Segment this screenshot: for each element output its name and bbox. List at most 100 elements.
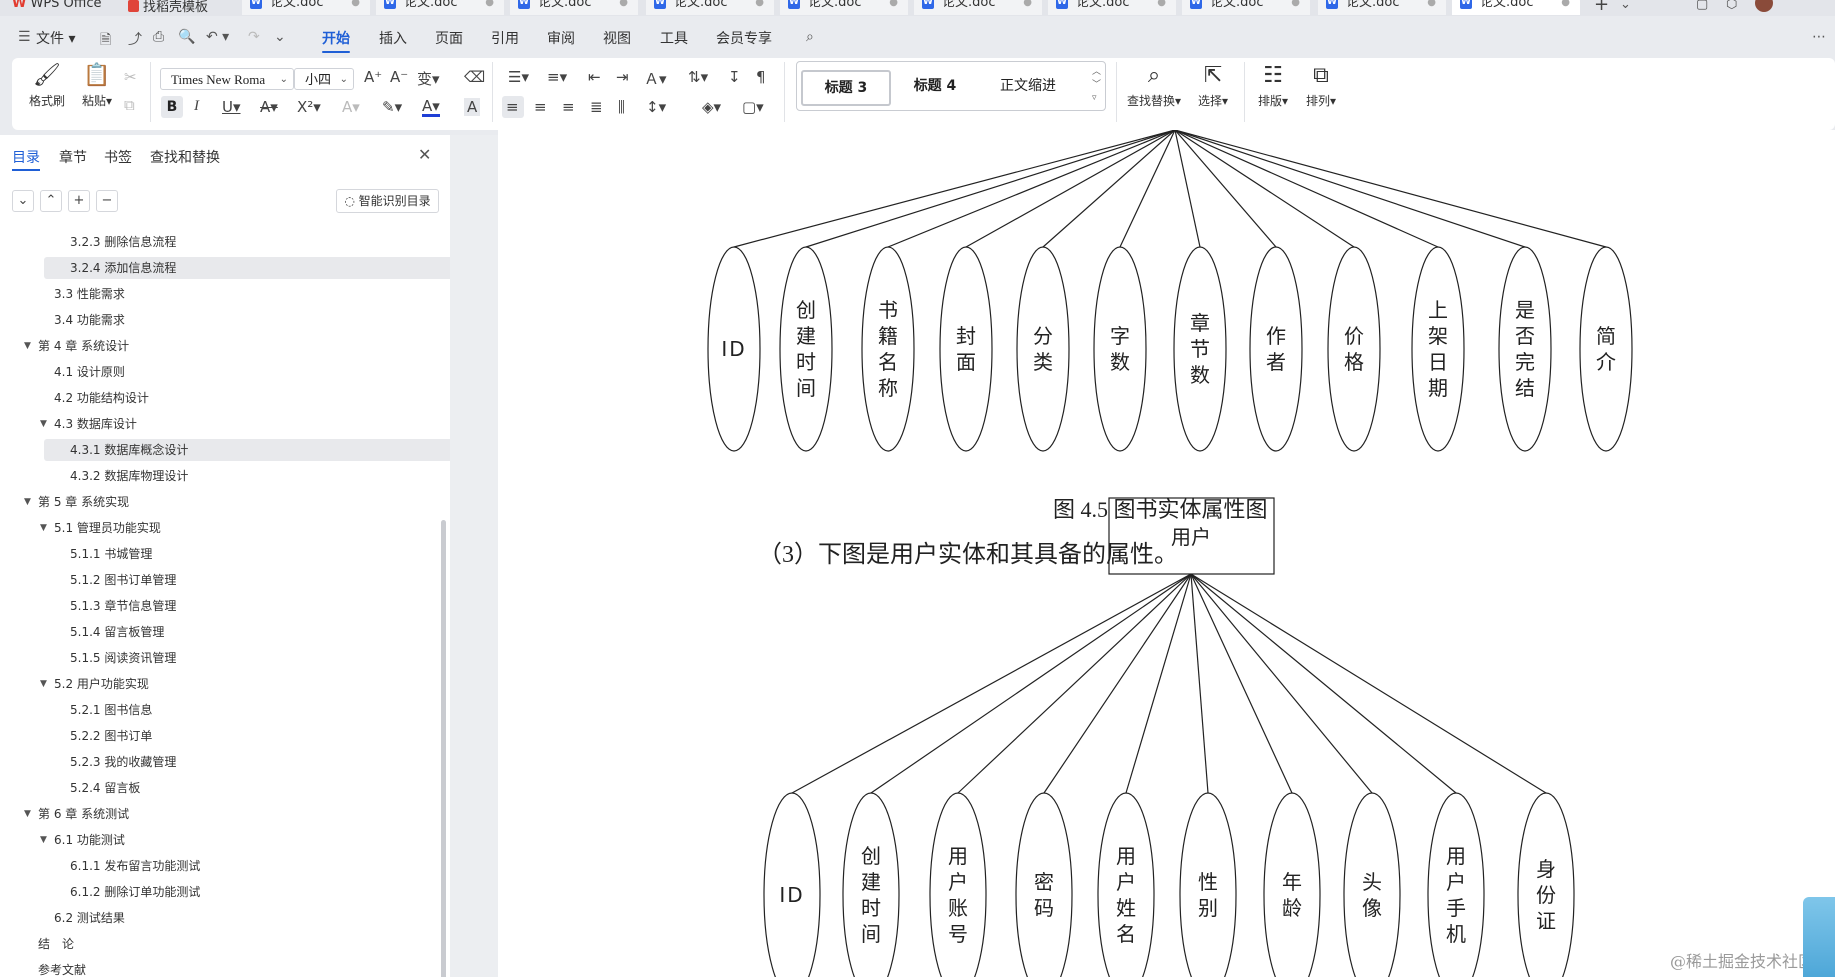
shading-icon[interactable]: ◈▾	[702, 98, 721, 116]
toc-item[interactable]: 4.3.2 数据库物理设计	[70, 465, 188, 487]
doc-tab[interactable]: W 论文.doc ●	[914, 0, 1042, 15]
remove-heading-button[interactable]: −	[96, 190, 118, 212]
cut-icon[interactable]: ✂	[124, 68, 137, 86]
align-left-icon[interactable]: ≡	[506, 98, 519, 116]
toc-item[interactable]: 5.2.2 图书订单	[70, 725, 152, 747]
style-heading-3[interactable]: 标题 3	[801, 70, 891, 106]
menu-tab-5[interactable]: 视图	[603, 28, 631, 48]
distribute-icon[interactable]: ⫼	[618, 98, 625, 116]
toc-item[interactable]: 5.2 用户功能实现	[54, 673, 149, 695]
underline-button[interactable]: U▾	[222, 98, 241, 116]
tab-status-icon[interactable]: ●	[1427, 0, 1436, 11]
format-painter-button[interactable]: 🖌 格式刷	[24, 58, 70, 109]
align-right-icon[interactable]: ≡	[562, 98, 575, 116]
toc-item[interactable]: 3.3 性能需求	[54, 283, 125, 305]
toc-item[interactable]: 6.1 功能测试	[54, 829, 125, 851]
bold-button[interactable]: B	[161, 96, 183, 118]
smart-toc-button[interactable]: ◌ 智能识别目录	[336, 189, 439, 213]
nav-tab-find-replace[interactable]: 查找和替换	[150, 147, 220, 167]
new-tab-button[interactable]: +	[1594, 0, 1609, 15]
doc-tab[interactable]: W 论文.doc ●	[510, 0, 638, 15]
nav-scrollbar[interactable]	[441, 520, 446, 977]
chevron-down-icon[interactable]: ⌄	[1620, 0, 1631, 12]
line-spacing-icon[interactable]: ↕▾	[646, 98, 666, 116]
doc-tab[interactable]: W 论文.doc ●	[646, 0, 774, 15]
font-grow-icon[interactable]: A⁺	[364, 68, 382, 86]
decrease-indent-icon[interactable]: ⇤	[588, 68, 601, 86]
toc-item[interactable]: 第 4 章 系统设计	[38, 335, 129, 357]
close-icon[interactable]: ✕	[418, 145, 431, 164]
doc-tab[interactable]: W 论文.doc ●	[1318, 0, 1446, 15]
expand-up-button[interactable]: ⌃	[40, 190, 62, 212]
font-size-select[interactable]: 小四 ⌄	[294, 68, 354, 90]
highlight-button[interactable]: ✎▾	[382, 98, 402, 116]
menu-tab-0[interactable]: 开始	[322, 28, 350, 48]
toc-item[interactable]: 4.3 数据库设计	[54, 413, 137, 435]
window-layout-icon[interactable]: ▢	[1696, 0, 1708, 12]
toc-item[interactable]: 3.2.3 删除信息流程	[70, 231, 176, 253]
text-direction-icon[interactable]: Ａ▾	[644, 68, 667, 89]
undo-icon[interactable]: ↶ ▾	[206, 29, 229, 45]
border-icon[interactable]: ▢▾	[742, 98, 764, 116]
wps-home-tab[interactable]: W WPS Office	[12, 0, 102, 11]
tab-status-icon[interactable]: ●	[1157, 0, 1166, 11]
sort-icon[interactable]: ⇅▾	[688, 68, 708, 86]
copy-icon[interactable]: ⧉	[124, 96, 135, 114]
save-icon[interactable]: 🗎	[100, 29, 111, 53]
tab-status-icon[interactable]: ●	[619, 0, 628, 11]
toc-item[interactable]: 5.1.3 章节信息管理	[70, 595, 176, 617]
menu-tab-7[interactable]: 会员专享	[716, 28, 772, 48]
paste-button[interactable]: 📋 粘贴▾	[74, 58, 120, 109]
bullet-list-icon[interactable]: ☰▾	[508, 68, 529, 86]
more-options-icon[interactable]: ⋯	[1812, 29, 1826, 45]
file-menu[interactable]: 文件 ▾	[36, 28, 75, 48]
menu-tab-3[interactable]: 引用	[491, 28, 519, 48]
char-shading-button[interactable]: A	[464, 98, 481, 116]
superscript-button[interactable]: X²▾	[297, 98, 321, 116]
print-icon[interactable]: ⎙	[153, 29, 164, 45]
search-icon[interactable]: ⌕	[806, 29, 814, 45]
toc-item[interactable]: 第 5 章 系统实现	[38, 491, 129, 513]
tab-status-icon[interactable]: ●	[1291, 0, 1300, 11]
justify-icon[interactable]: ≣	[590, 98, 603, 116]
toc-item[interactable]: 3.2.4 添加信息流程	[44, 257, 450, 279]
nav-tab-bookmarks[interactable]: 书签	[104, 147, 132, 167]
strikethrough-button[interactable]: A▾	[260, 98, 278, 116]
doc-tab[interactable]: W 论文.doc ●	[242, 0, 370, 15]
menu-tab-6[interactable]: 工具	[660, 28, 688, 48]
expand-arrow-icon[interactable]: ▼	[24, 491, 31, 513]
toc-item[interactable]: 5.2.1 图书信息	[70, 699, 152, 721]
menu-tab-2[interactable]: 页面	[435, 28, 463, 48]
nav-tab-toc[interactable]: 目录	[12, 147, 40, 167]
styles-scroll-arrows[interactable]: ︿ ﹀ ▿	[1092, 66, 1101, 105]
doc-tab[interactable]: W 论文.doc ●	[1452, 0, 1580, 15]
select-button[interactable]: ⇱ 选择▾	[1190, 58, 1236, 109]
style-body-indent[interactable]: 正文缩进	[983, 70, 1073, 102]
doc-tab[interactable]: W 论文.doc ●	[780, 0, 908, 15]
tab-status-icon[interactable]: ●	[755, 0, 764, 11]
font-color-button[interactable]: A▾	[422, 98, 440, 117]
document-page[interactable]: ID 创建时间 书籍名称 封面 分类 字数 章节数 作者 价格 上架日期 是否完结 简介 用户 ID 创建时…	[498, 130, 1835, 977]
export-icon[interactable]: ⤴	[128, 29, 142, 49]
toc-item[interactable]: 5.1.1 书城管理	[70, 543, 152, 565]
text-effect-button[interactable]: A▾	[342, 98, 360, 116]
italic-button[interactable]: I	[194, 98, 199, 115]
toc-item[interactable]: 6.1.1 发布留言功能测试	[70, 855, 200, 877]
toc-item[interactable]: 5.2.4 留言板	[70, 777, 140, 799]
toc-item[interactable]: 第 6 章 系统测试	[38, 803, 129, 825]
user-avatar[interactable]	[1755, 0, 1773, 12]
customize-toolbar-icon[interactable]: ⌄	[274, 29, 286, 45]
tab-status-icon[interactable]: ●	[1561, 0, 1570, 11]
doc-tab[interactable]: W 论文.doc ●	[1048, 0, 1176, 15]
collapse-button[interactable]: ⌄	[12, 190, 34, 212]
sort-az-icon[interactable]: ↧	[728, 68, 741, 86]
expand-arrow-icon[interactable]: ▼	[24, 335, 31, 357]
font-shrink-icon[interactable]: A⁻	[390, 68, 408, 86]
tab-status-icon[interactable]: ●	[1023, 0, 1032, 11]
toc-item[interactable]: 4.1 设计原则	[54, 361, 125, 383]
toc-item[interactable]: 5.1.4 留言板管理	[70, 621, 164, 643]
arrange-button[interactable]: ⧉ 排列▾	[1298, 58, 1344, 109]
toc-item[interactable]: 6.2 测试结果	[54, 907, 125, 929]
menu-tab-4[interactable]: 审阅	[547, 28, 575, 48]
align-center-icon[interactable]: ≡	[534, 98, 547, 116]
